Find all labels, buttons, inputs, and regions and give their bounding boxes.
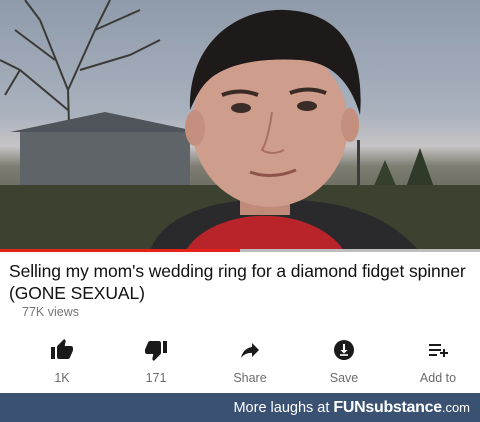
video-title: Selling my mom's wedding ring for a diam… (9, 261, 466, 303)
building-illustration (20, 130, 190, 190)
like-count: 1K (54, 371, 70, 385)
video-actions-bar: 1K 171 Share Save Add to (0, 334, 480, 392)
share-button[interactable]: Share (210, 334, 290, 390)
like-button[interactable]: 1K (22, 334, 102, 390)
save-label: Save (329, 371, 359, 385)
video-thumbnail[interactable] (0, 0, 480, 252)
pine-tree-illustration (405, 148, 435, 190)
thumbs-down-icon (145, 341, 167, 361)
dislike-button[interactable]: 171 (116, 334, 196, 390)
save-button[interactable]: Save (304, 334, 384, 390)
watermark-brand-tld: .com (441, 400, 470, 415)
video-progress-fill (0, 249, 240, 252)
watermark-brand-rest: substance (365, 399, 442, 416)
add-to-label: Add to (419, 371, 457, 385)
watermark-lead: More laughs at (233, 400, 330, 416)
add-to-playlist-button[interactable]: Add to (398, 334, 478, 390)
video-progress-bar[interactable] (0, 249, 480, 252)
watermark-brand-bold: FUN (333, 399, 366, 416)
share-label: Share (233, 371, 267, 385)
dislike-count: 171 (145, 371, 167, 385)
watermark-text: More laughs at FUNsubstance.com (233, 399, 470, 417)
thumbnail-scene (0, 0, 480, 252)
save-download-icon (334, 340, 354, 360)
share-arrow-icon (241, 343, 259, 358)
view-count: 77K views (22, 305, 79, 319)
watermark-bar: More laughs at FUNsubstance.com (0, 393, 480, 422)
add-to-playlist-icon (429, 344, 448, 357)
thumbs-up-icon (51, 339, 73, 359)
